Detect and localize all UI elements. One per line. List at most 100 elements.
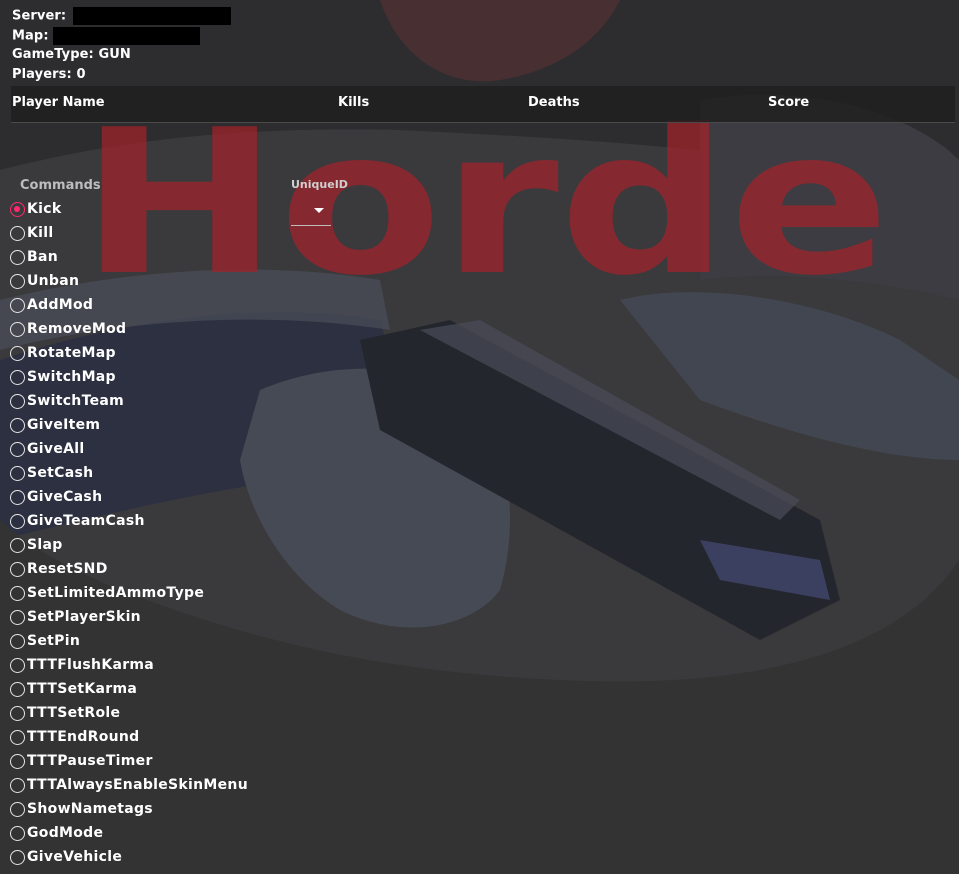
radio-button[interactable] — [10, 777, 25, 793]
command-option[interactable]: SwitchMap — [10, 365, 248, 389]
radio-button[interactable] — [10, 801, 25, 817]
command-label[interactable]: SwitchTeam — [27, 393, 124, 409]
column-score[interactable]: Score — [768, 95, 809, 110]
radio-button[interactable] — [10, 273, 25, 289]
chevron-down-icon[interactable] — [314, 208, 324, 213]
radio-button[interactable] — [10, 681, 25, 697]
server-info: Server: — [12, 7, 231, 25]
command-label[interactable]: SetLimitedAmmoType — [27, 585, 204, 601]
column-kills[interactable]: Kills — [338, 95, 369, 110]
radio-button[interactable] — [10, 537, 25, 553]
command-label[interactable]: GiveTeamCash — [27, 513, 145, 529]
radio-button[interactable] — [10, 609, 25, 625]
command-option[interactable]: TTTSetRole — [10, 701, 248, 725]
command-label[interactable]: GodMode — [27, 825, 103, 841]
command-label[interactable]: TTTSetRole — [27, 705, 120, 721]
command-option[interactable]: GiveVehicle — [10, 845, 248, 869]
command-label[interactable]: Unban — [27, 273, 79, 289]
column-deaths[interactable]: Deaths — [528, 95, 580, 110]
command-label[interactable]: GiveVehicle — [27, 849, 122, 865]
radio-button[interactable] — [10, 657, 25, 673]
command-label[interactable]: SetPlayerSkin — [27, 609, 141, 625]
command-label[interactable]: RemoveMod — [27, 321, 126, 337]
command-label[interactable]: TTTPauseTimer — [27, 753, 153, 769]
command-label[interactable]: TTTAlwaysEnableSkinMenu — [27, 777, 248, 793]
command-option[interactable]: Ban — [10, 245, 248, 269]
command-option[interactable]: SetPin — [10, 629, 248, 653]
radio-button[interactable] — [10, 441, 25, 457]
radio-button[interactable] — [10, 201, 25, 217]
command-option[interactable]: Slap — [10, 533, 248, 557]
command-label[interactable]: GiveAll — [27, 441, 84, 457]
radio-button[interactable] — [10, 297, 25, 313]
command-label[interactable]: SetPin — [27, 633, 80, 649]
command-label[interactable]: Kill — [27, 225, 53, 241]
radio-button[interactable] — [10, 561, 25, 577]
radio-button[interactable] — [10, 849, 25, 865]
radio-button[interactable] — [10, 585, 25, 601]
command-label[interactable]: Slap — [27, 537, 63, 553]
command-label[interactable]: TTTFlushKarma — [27, 657, 154, 673]
admin-panel: Horde Server: Map: GameType: GUN Players… — [0, 0, 959, 874]
radio-button[interactable] — [10, 633, 25, 649]
command-option[interactable]: TTTEndRound — [10, 725, 248, 749]
command-label[interactable]: Ban — [27, 249, 58, 265]
command-option[interactable]: TTTPauseTimer — [10, 749, 248, 773]
command-label[interactable]: RotateMap — [27, 345, 116, 361]
radio-button[interactable] — [10, 417, 25, 433]
command-option[interactable]: SetPlayerSkin — [10, 605, 248, 629]
radio-button[interactable] — [10, 249, 25, 265]
command-label[interactable]: GiveCash — [27, 489, 102, 505]
command-label[interactable]: TTTEndRound — [27, 729, 140, 745]
command-option[interactable]: GiveTeamCash — [10, 509, 248, 533]
command-label[interactable]: SwitchMap — [27, 369, 116, 385]
radio-button[interactable] — [10, 753, 25, 769]
scoreboard-header: Player Name Kills Deaths Score — [11, 86, 955, 123]
command-option[interactable]: GiveCash — [10, 485, 248, 509]
command-option[interactable]: Kick — [10, 197, 248, 221]
command-option[interactable]: ShowNametags — [10, 797, 248, 821]
players-info: Players: 0 — [12, 67, 86, 83]
column-player-name[interactable]: Player Name — [12, 95, 105, 110]
server-label: Server: — [12, 8, 67, 24]
radio-button[interactable] — [10, 465, 25, 481]
players-count: 0 — [76, 67, 86, 82]
command-option[interactable]: TTTFlushKarma — [10, 653, 248, 677]
command-option[interactable]: GodMode — [10, 821, 248, 845]
command-option[interactable]: SetLimitedAmmoType — [10, 581, 248, 605]
command-option[interactable]: RemoveMod — [10, 317, 248, 341]
command-option[interactable]: GiveAll — [10, 437, 248, 461]
command-option[interactable]: SwitchTeam — [10, 389, 248, 413]
command-option[interactable]: TTTAlwaysEnableSkinMenu — [10, 773, 248, 797]
command-label[interactable]: AddMod — [27, 297, 93, 313]
uniqueid-select[interactable] — [291, 198, 331, 226]
radio-button[interactable] — [10, 513, 25, 529]
radio-button[interactable] — [10, 321, 25, 337]
command-option[interactable]: AddMod — [10, 293, 248, 317]
command-option[interactable]: TTTSetKarma — [10, 677, 248, 701]
map-label: Map: — [12, 28, 49, 44]
command-label[interactable]: TTTSetKarma — [27, 681, 137, 697]
command-option[interactable]: SetCash — [10, 461, 248, 485]
map-info: Map: — [12, 27, 201, 45]
radio-button[interactable] — [10, 489, 25, 505]
command-label[interactable]: Kick — [27, 201, 61, 217]
radio-button[interactable] — [10, 345, 25, 361]
command-option[interactable]: RotateMap — [10, 341, 248, 365]
command-option[interactable]: Unban — [10, 269, 248, 293]
command-option[interactable]: GiveItem — [10, 413, 248, 437]
radio-button[interactable] — [10, 225, 25, 241]
command-label[interactable]: SetCash — [27, 465, 93, 481]
radio-button[interactable] — [10, 729, 25, 745]
radio-button[interactable] — [10, 705, 25, 721]
command-label[interactable]: ShowNametags — [27, 801, 153, 817]
command-label[interactable]: GiveItem — [27, 417, 100, 433]
command-label[interactable]: ResetSND — [27, 561, 108, 577]
radio-button[interactable] — [10, 825, 25, 841]
radio-button[interactable] — [10, 369, 25, 385]
command-option[interactable]: ResetSND — [10, 557, 248, 581]
radio-button[interactable] — [10, 393, 25, 409]
command-option[interactable]: Kill — [10, 221, 248, 245]
players-label: Players: — [12, 67, 72, 82]
commands-list: Kick Kill Ban Unban AddMod RemoveMod RotateMap… — [10, 197, 248, 869]
